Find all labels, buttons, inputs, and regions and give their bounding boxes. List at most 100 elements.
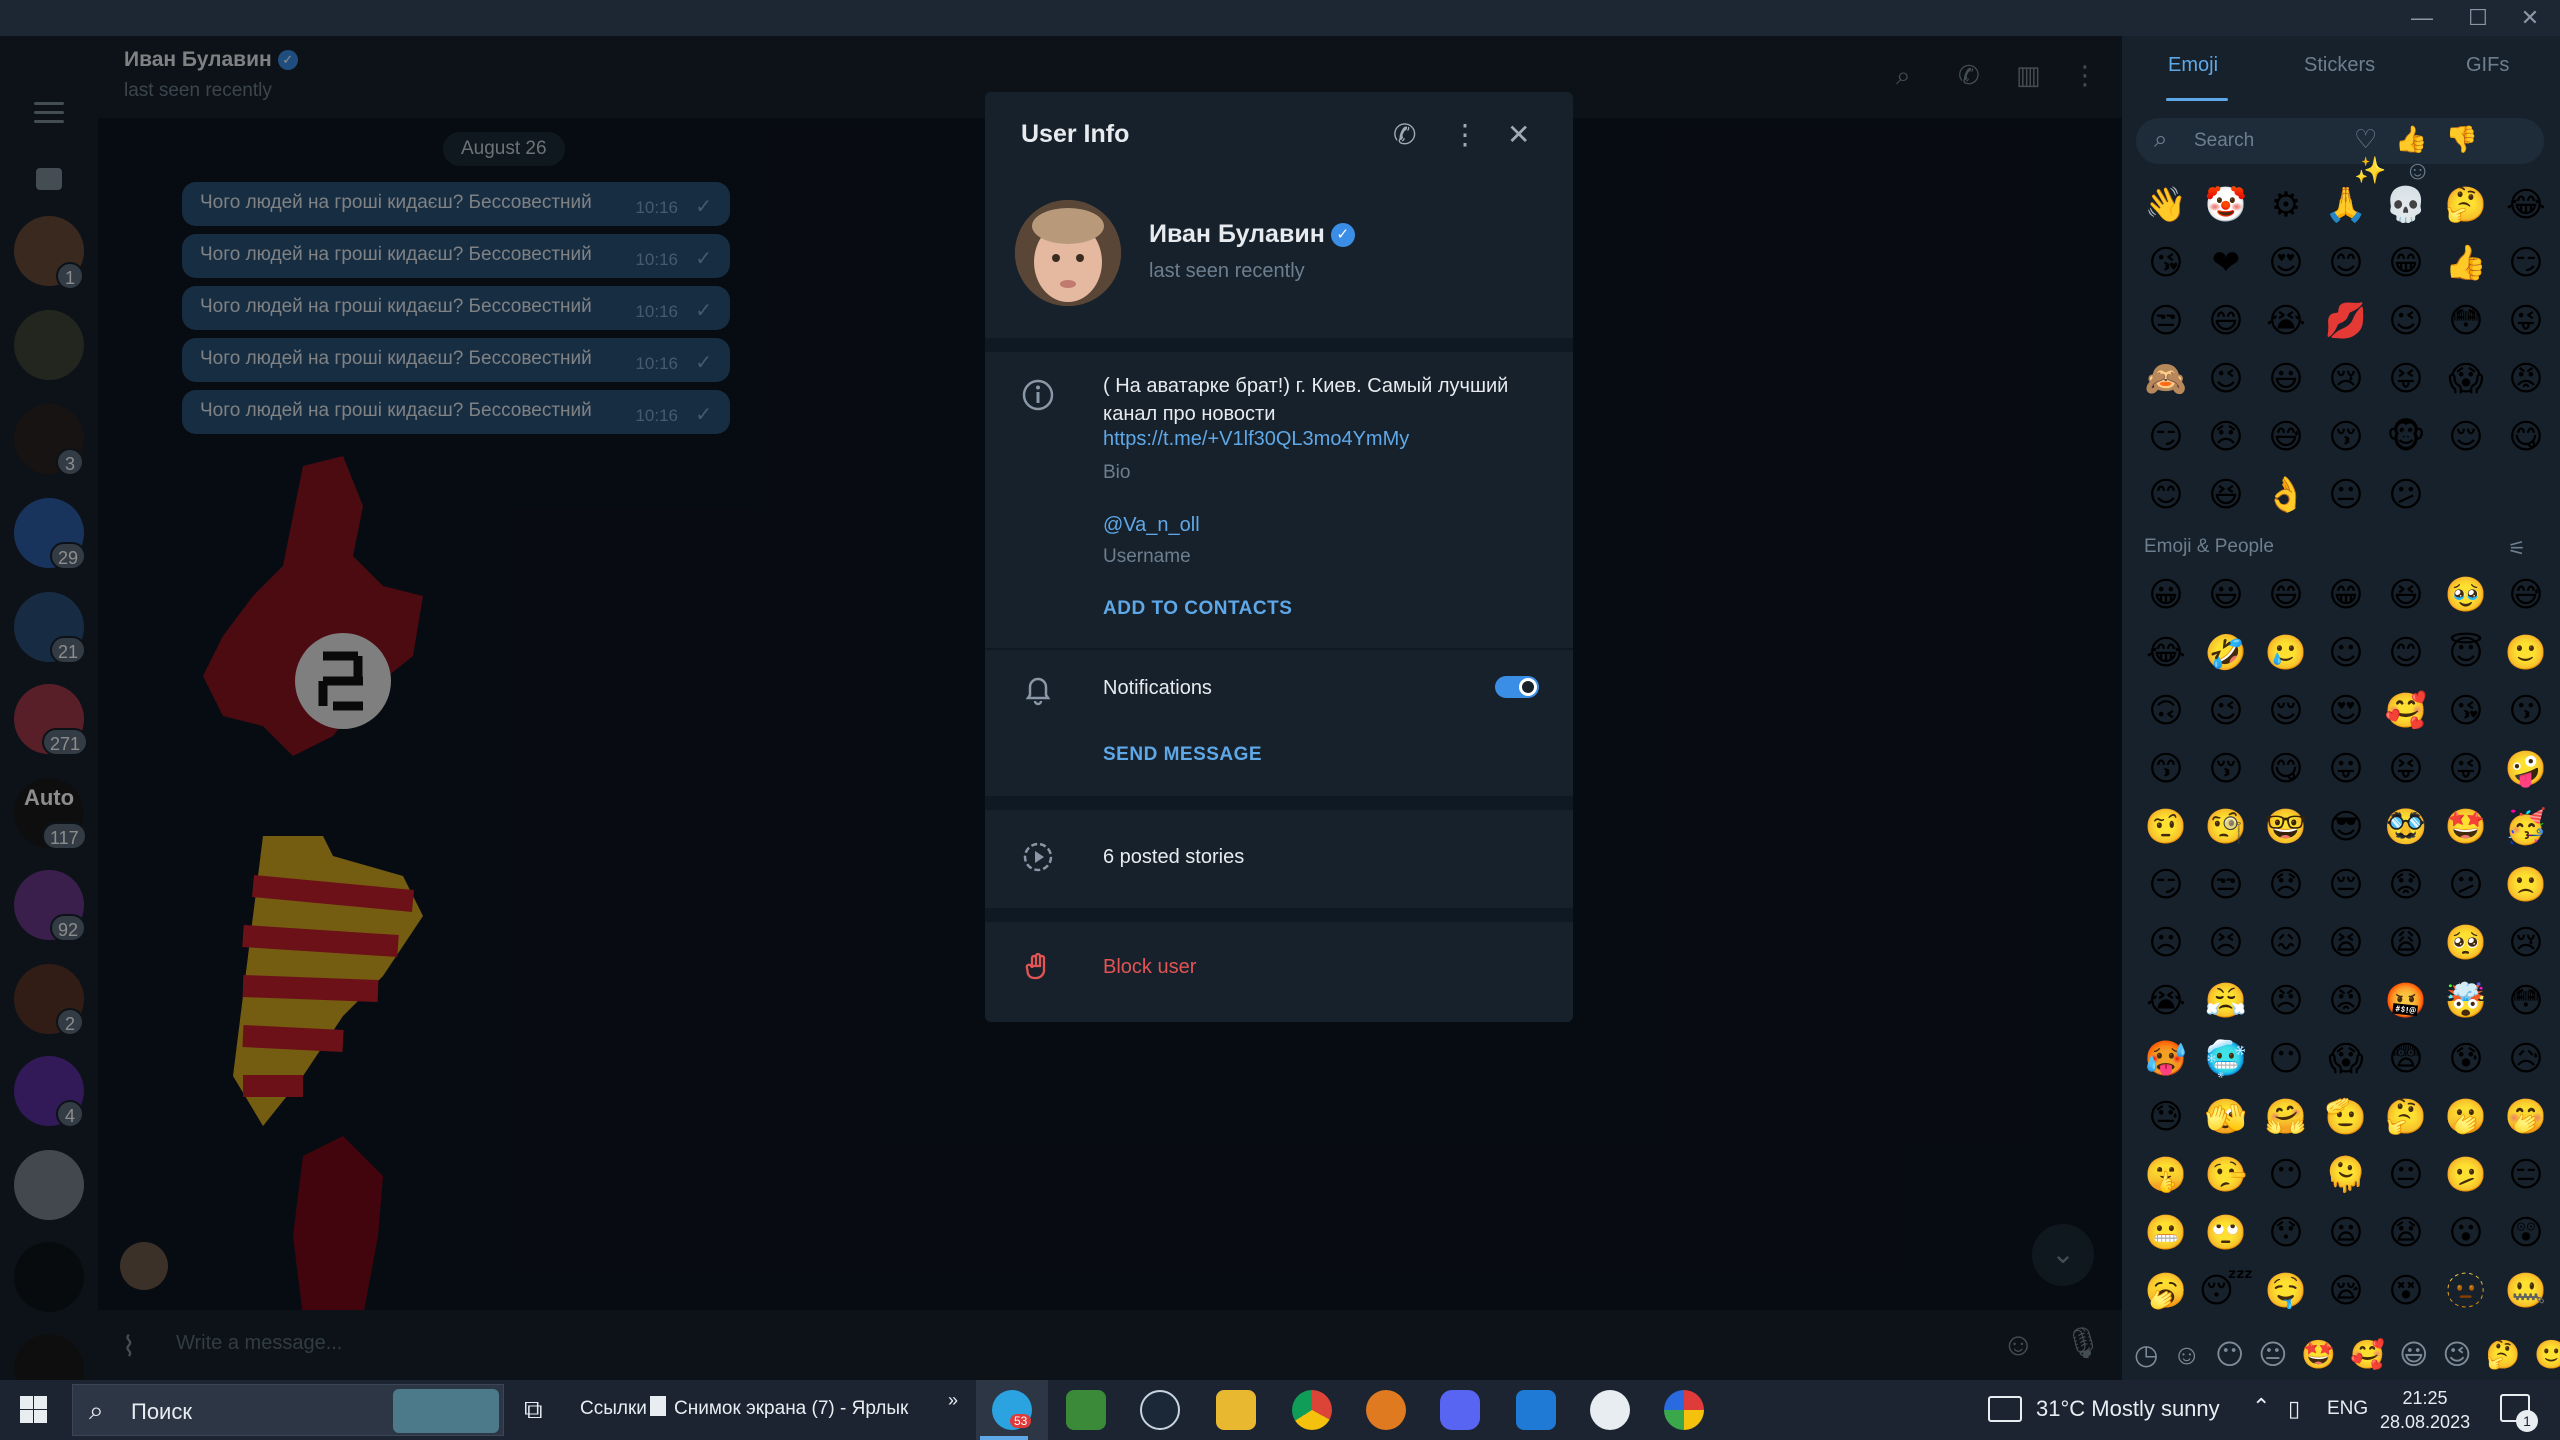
- emoji-item[interactable]: 😟: [2376, 856, 2436, 914]
- posted-stories-item[interactable]: 6 posted stories: [1103, 846, 1244, 869]
- emoji-item[interactable]: 🤗: [2256, 1088, 2316, 1146]
- emoji-item[interactable]: 🥺: [2436, 914, 2496, 972]
- emoji-item[interactable]: 😂: [2496, 176, 2556, 234]
- emoji-item[interactable]: 😒: [2196, 856, 2256, 914]
- emoji-item[interactable]: 😂: [2136, 624, 2196, 682]
- emoji-item[interactable]: 🧐: [2196, 798, 2256, 856]
- emoji-item[interactable]: 😠: [2256, 972, 2316, 1030]
- emoji-item[interactable]: 😏: [2136, 408, 2196, 466]
- emoji-item[interactable]: 😳: [2496, 972, 2556, 1030]
- emoji-item[interactable]: 😍: [2256, 234, 2316, 292]
- language-indicator[interactable]: ENG: [2327, 1398, 2368, 1420]
- emoji-item[interactable]: 😩: [2376, 914, 2436, 972]
- emoji-item[interactable]: 😘: [2436, 682, 2496, 740]
- add-to-contacts-button[interactable]: ADD TO CONTACTS: [1103, 598, 1292, 620]
- emoji-item[interactable]: 🙏: [2316, 176, 2376, 234]
- emoji-item[interactable]: 😮: [2436, 1204, 2496, 1262]
- pinned-shortcut[interactable]: Снимок экрана (7) - Ярлык: [674, 1398, 908, 1420]
- more-icon[interactable]: ⋮: [1451, 118, 1479, 151]
- emoji-item[interactable]: 😕: [2376, 466, 2436, 524]
- emoji-item[interactable]: 🫥: [2436, 1262, 2496, 1320]
- emoji-item[interactable]: 😘: [2136, 234, 2196, 292]
- emoji-item[interactable]: 😎: [2316, 798, 2376, 856]
- emoji-item[interactable]: 🤭: [2496, 1088, 2556, 1146]
- emoji-item[interactable]: 🤣: [2196, 624, 2256, 682]
- emoji-search-input[interactable]: Search: [2194, 130, 2254, 152]
- emoji-item[interactable]: 😜: [2496, 292, 2556, 350]
- emoji-item[interactable]: 🙃: [2136, 682, 2196, 740]
- emoji-item[interactable]: 😧: [2376, 1204, 2436, 1262]
- emoji-item[interactable]: 😶: [2256, 1146, 2316, 1204]
- clock[interactable]: 21:25 28.08.2023: [2380, 1386, 2470, 1434]
- emoji-item[interactable]: 😌: [2256, 682, 2316, 740]
- emoji-item[interactable]: 😴: [2196, 1262, 2256, 1320]
- emoji-item[interactable]: 😭: [2136, 972, 2196, 1030]
- emoji-item[interactable]: 😌: [2436, 408, 2496, 466]
- windows-start-icon[interactable]: [20, 1396, 48, 1424]
- emoji-item[interactable]: 😚: [2196, 740, 2256, 798]
- chrome-app-icon[interactable]: [1292, 1390, 1332, 1430]
- emoji-item[interactable]: 🤔: [2376, 1088, 2436, 1146]
- emoji-item[interactable]: 😚: [2316, 408, 2376, 466]
- emoji-item[interactable]: 😨: [2376, 1030, 2436, 1088]
- taskbar-search[interactable]: ⌕ Поиск: [72, 1384, 504, 1436]
- file-explorer-icon[interactable]: [1216, 1390, 1256, 1430]
- emoji-item[interactable]: 🥵: [2136, 1030, 2196, 1088]
- emoji-item[interactable]: 👍: [2436, 234, 2496, 292]
- emoji-item[interactable]: 🙄: [2196, 1204, 2256, 1262]
- emoji-item[interactable]: 😲: [2496, 1204, 2556, 1262]
- app-store-icon[interactable]: [1590, 1390, 1630, 1430]
- emoji-item[interactable]: 😛: [2316, 740, 2376, 798]
- block-user-button[interactable]: Block user: [1103, 956, 1196, 979]
- chevron-icon[interactable]: »: [948, 1390, 958, 1411]
- emoji-item[interactable]: 😄: [2196, 292, 2256, 350]
- emoji-item[interactable]: 🫣: [2196, 1088, 2256, 1146]
- emoji-item[interactable]: 🥳: [2496, 798, 2556, 856]
- emoji-item[interactable]: 😯: [2256, 1204, 2316, 1262]
- category-icons[interactable]: ◷☺😶😐🤩🥰😃😉🤔🙂: [2134, 1338, 2560, 1371]
- emoji-item[interactable]: 😑: [2496, 1146, 2556, 1204]
- emoji-item[interactable]: 🤡: [2196, 176, 2256, 234]
- maximize-button[interactable]: ☐: [2448, 0, 2508, 36]
- emoji-item[interactable]: ⚙: [2256, 176, 2316, 234]
- emoji-item[interactable]: 😍: [2316, 682, 2376, 740]
- emoji-item[interactable]: ❤: [2196, 234, 2256, 292]
- emoji-item[interactable]: 😃: [2196, 566, 2256, 624]
- emoji-item[interactable]: 😡: [2316, 972, 2376, 1030]
- emoji-item[interactable]: 😜: [2436, 740, 2496, 798]
- emoji-item[interactable]: 🥰: [2376, 682, 2436, 740]
- emoji-item[interactable]: 😐: [2376, 1146, 2436, 1204]
- tab-gifs[interactable]: GIFs: [2466, 54, 2509, 77]
- emoji-item[interactable]: 🤫: [2136, 1146, 2196, 1204]
- emoji-item[interactable]: 😶: [2256, 1030, 2316, 1088]
- search-input[interactable]: Поиск: [131, 1399, 192, 1425]
- emoji-item[interactable]: 🙈: [2136, 350, 2196, 408]
- emoji-item[interactable]: 😕: [2436, 856, 2496, 914]
- emoji-item[interactable]: 😰: [2436, 1030, 2496, 1088]
- emoji-item[interactable]: 😉: [2196, 682, 2256, 740]
- emoji-item[interactable]: 😖: [2256, 914, 2316, 972]
- tray-chevron-icon[interactable]: ⌃: [2252, 1394, 2270, 1420]
- emoji-item[interactable]: 🤩: [2436, 798, 2496, 856]
- emoji-item[interactable]: 😁: [2316, 566, 2376, 624]
- emoji-item[interactable]: 🫠: [2316, 1146, 2376, 1204]
- emoji-item[interactable]: 😆: [2376, 566, 2436, 624]
- settings-icon[interactable]: ⚟: [2508, 536, 2526, 561]
- close-icon[interactable]: ✕: [1507, 118, 1530, 151]
- emoji-item[interactable]: 🙂: [2496, 624, 2556, 682]
- emoji-item[interactable]: 😢: [2316, 350, 2376, 408]
- emoji-item[interactable]: 😀: [2136, 566, 2196, 624]
- emoji-item[interactable]: 😪: [2316, 1262, 2376, 1320]
- emoji-item[interactable]: 😱: [2436, 350, 2496, 408]
- emoji-item[interactable]: 😋: [2496, 408, 2556, 466]
- emoji-item[interactable]: 😉: [2376, 292, 2436, 350]
- emoji-item[interactable]: 🤔: [2436, 176, 2496, 234]
- emoji-item[interactable]: ☺: [2316, 624, 2376, 682]
- emoji-item[interactable]: 🫤: [2436, 1146, 2496, 1204]
- emoji-item[interactable]: 🥱: [2136, 1262, 2196, 1320]
- send-message-button[interactable]: SEND MESSAGE: [1103, 744, 1262, 766]
- username-link[interactable]: @Va_n_oll: [1103, 514, 1200, 537]
- emoji-item[interactable]: 🤐: [2496, 1262, 2556, 1320]
- emoji-item[interactable]: 😳: [2436, 292, 2496, 350]
- emoji-item[interactable]: 🥲: [2256, 624, 2316, 682]
